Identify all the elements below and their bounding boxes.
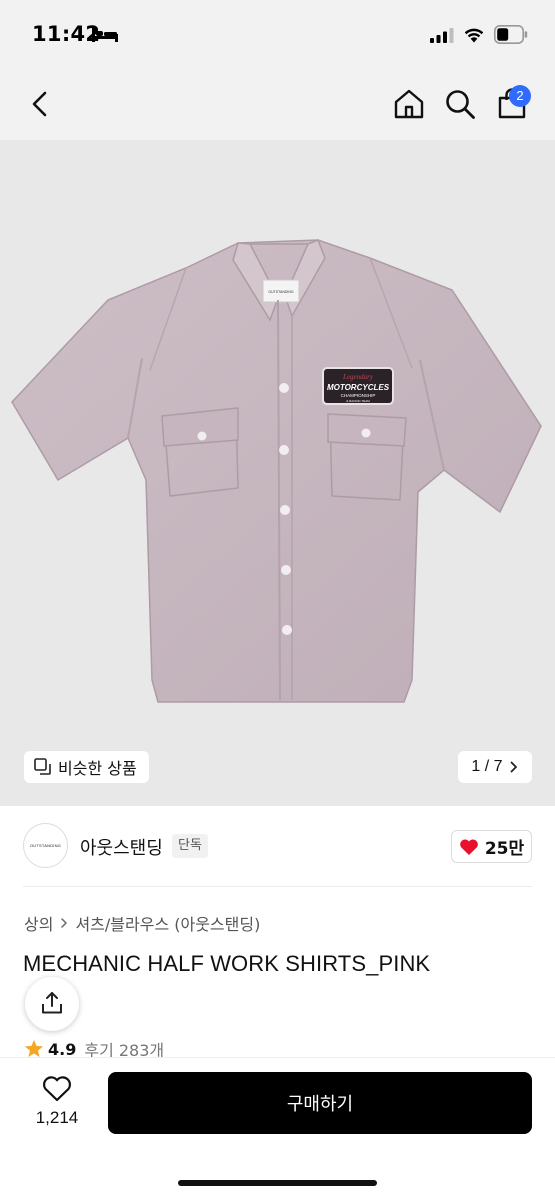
product-image-gallery[interactable]: OUTSTANDING Legendary MOTORCYCLES CHAMPI… [0, 140, 555, 806]
chevron-right-icon [510, 761, 517, 773]
bed-icon [92, 28, 118, 42]
image-page-indicator[interactable]: 1 / 7 [458, 751, 532, 783]
back-icon[interactable] [26, 90, 54, 118]
patch-line-2: MOTORCYCLES [327, 383, 390, 392]
patch-line-3: CHAMPIONSHIP [341, 393, 376, 398]
cart-count-badge: 2 [509, 85, 531, 107]
signal-icon [430, 28, 454, 43]
home-icon[interactable] [393, 88, 425, 120]
neck-label: OUTSTANDING [268, 290, 293, 294]
section-divider [23, 886, 532, 887]
brand-logo-text: OUTSTANDING [29, 843, 61, 848]
patch-line-4: & RACING TEAM [346, 399, 370, 403]
similar-products-button[interactable]: 비슷한 상품 [24, 751, 149, 783]
similar-items-icon [34, 758, 51, 775]
breadcrumb-category[interactable]: 상의 [24, 911, 53, 935]
heart-filled-icon [460, 838, 478, 855]
top-nav-bar [0, 66, 555, 140]
search-icon[interactable] [444, 88, 476, 120]
wifi-icon [464, 28, 484, 43]
star-icon [25, 1040, 43, 1057]
buy-button[interactable]: 구매하기 [108, 1072, 532, 1134]
breadcrumb-subcategory[interactable]: 셔츠/블라우스 (아웃스탠딩) [75, 911, 260, 935]
product-title: MECHANIC HALF WORK SHIRTS_PINK [23, 951, 431, 976]
breadcrumb: 상의 셔츠/블라우스 (아웃스탠딩) [24, 911, 260, 935]
rating-value: 4.9 [48, 1039, 77, 1059]
home-indicator [178, 1180, 377, 1186]
patch-line-1: Legendary [342, 373, 374, 381]
product-shirt-image[interactable]: OUTSTANDING Legendary MOTORCYCLES CHAMPI… [0, 140, 555, 806]
share-button[interactable] [25, 977, 79, 1031]
page-indicator-label: 1 / 7 [471, 758, 503, 775]
heart-outline-icon[interactable] [42, 1075, 72, 1102]
brand-like-count: 25만 [484, 839, 525, 859]
status-bar: 11:42 [0, 0, 555, 66]
battery-icon [494, 25, 528, 44]
wish-count: 1,214 [35, 1108, 79, 1127]
share-icon [42, 992, 62, 1014]
status-time: 11:42 [32, 22, 101, 46]
brand-logo[interactable]: OUTSTANDING [23, 823, 68, 868]
exclusive-tag: 단독 [172, 834, 208, 858]
brand-like-button[interactable]: 25만 [451, 830, 532, 863]
chevron-right-icon [61, 918, 68, 928]
similar-products-label: 비슷한 상품 [58, 759, 137, 778]
brand-name[interactable]: 아웃스탠딩 [80, 834, 163, 860]
